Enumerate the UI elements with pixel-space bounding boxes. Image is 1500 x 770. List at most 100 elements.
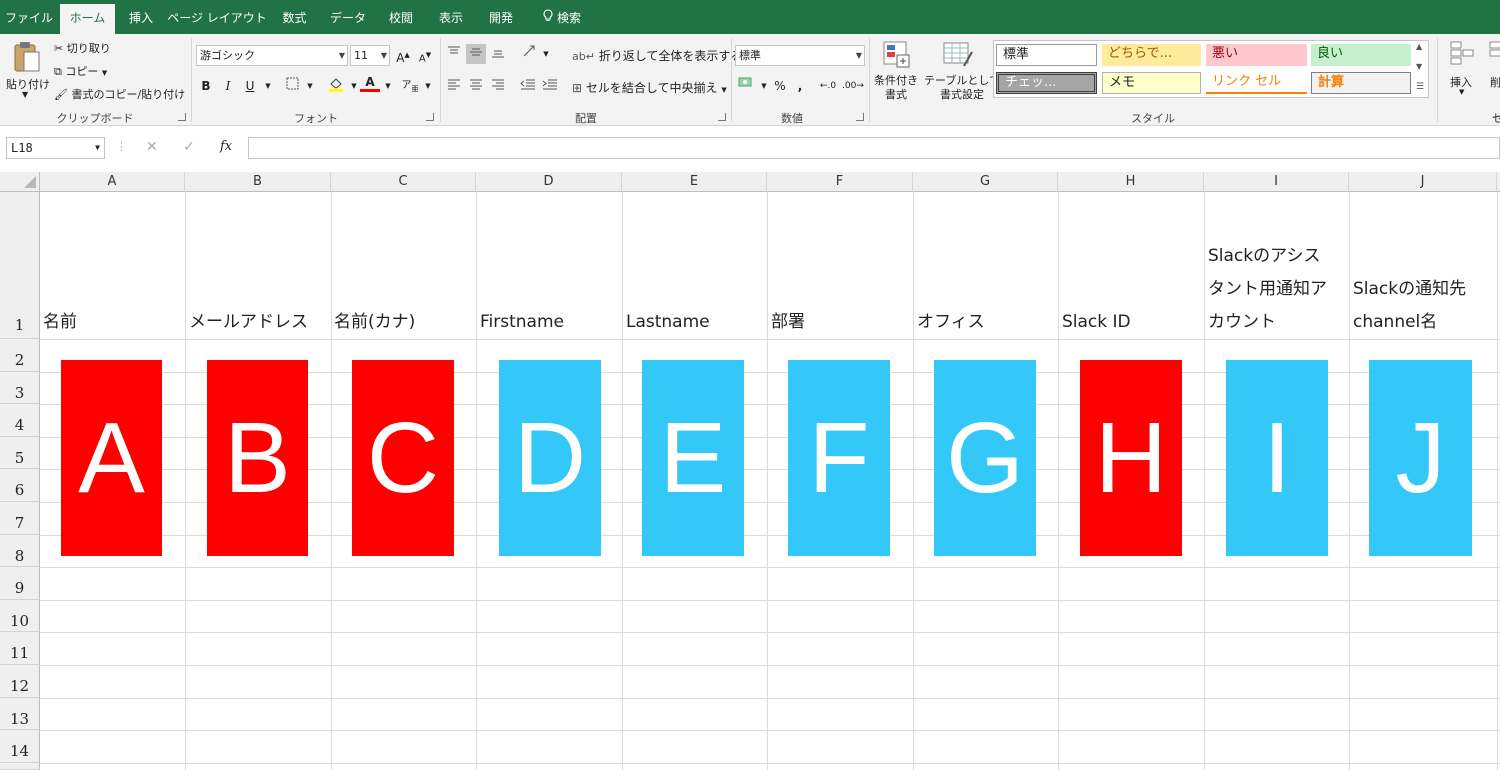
insert-dropdown-icon[interactable]: ▼	[1459, 88, 1464, 96]
row-header-11[interactable]: 11	[0, 632, 40, 665]
align-left-icon[interactable]	[444, 76, 464, 96]
underline-button[interactable]: U	[240, 76, 260, 96]
row-header-2[interactable]: 2	[0, 339, 40, 372]
shape-block-J[interactable]: J	[1369, 360, 1472, 556]
cell-D1[interactable]: Firstname	[480, 306, 564, 338]
shape-block-H[interactable]: H	[1080, 360, 1182, 556]
percent-button[interactable]: %	[770, 76, 790, 96]
paste-icon[interactable]	[10, 40, 44, 74]
column-header-D[interactable]: D	[476, 172, 622, 192]
font-size-select[interactable]: 11 ▼	[350, 45, 390, 66]
conditional-format-icon[interactable]	[880, 40, 914, 72]
cell-I1-line3[interactable]: カウント	[1208, 306, 1276, 338]
gallery-up-icon[interactable]: ▲	[1416, 42, 1422, 51]
shape-block-E[interactable]: E	[642, 360, 744, 556]
shape-block-A[interactable]: A	[61, 360, 162, 556]
phonetic-dropdown-icon[interactable]: ▼	[418, 76, 438, 96]
increase-indent-icon[interactable]	[540, 76, 560, 96]
name-box[interactable]: L18 ▼	[6, 137, 105, 159]
align-bottom-icon[interactable]	[488, 44, 508, 64]
increase-decimal-icon[interactable]: ←.0	[818, 76, 838, 96]
orientation-dropdown-icon[interactable]: ▼	[536, 44, 556, 64]
tab-page-layout[interactable]: ページ レイアウト	[167, 0, 267, 34]
align-top-icon[interactable]	[444, 44, 464, 64]
cell-H1[interactable]: Slack ID	[1062, 306, 1131, 338]
decrease-indent-icon[interactable]	[518, 76, 538, 96]
border-dropdown-icon[interactable]: ▼	[300, 76, 320, 96]
shape-block-D[interactable]: D	[499, 360, 601, 556]
row-header-10[interactable]: 10	[0, 600, 40, 632]
column-header-A[interactable]: A	[40, 172, 185, 192]
column-header-C[interactable]: C	[331, 172, 476, 192]
format-painter-button[interactable]: 🖌 書式のコピー/貼り付け	[54, 86, 185, 102]
tab-search[interactable]: 検索	[532, 0, 592, 34]
row-header-4[interactable]: 4	[0, 404, 40, 437]
style-note[interactable]: メモ	[1102, 72, 1201, 94]
row-header-12[interactable]: 12	[0, 665, 40, 698]
shape-block-C[interactable]: C	[352, 360, 454, 556]
row-header-13[interactable]: 13	[0, 698, 40, 730]
insert-function-icon[interactable]: fx	[220, 139, 232, 154]
row-header-14[interactable]: 14	[0, 730, 40, 763]
border-icon[interactable]	[282, 76, 302, 96]
cut-button[interactable]: ✂ 切り取り	[54, 40, 111, 56]
tab-home[interactable]: ホーム	[60, 4, 115, 34]
align-right-icon[interactable]	[488, 76, 508, 96]
align-middle-icon[interactable]	[466, 44, 486, 64]
row-header-15[interactable]	[0, 763, 40, 770]
style-calculation[interactable]: 計算	[1311, 72, 1411, 94]
style-neutral[interactable]: どちらで...	[1102, 44, 1201, 66]
cell-B1[interactable]: メールアドレス	[189, 306, 308, 338]
tab-developer[interactable]: 開発	[478, 0, 524, 34]
grow-font-icon[interactable]: A▲	[393, 45, 413, 65]
comma-button[interactable]: ,	[790, 76, 810, 96]
style-normal[interactable]: 標準	[996, 44, 1097, 66]
style-good[interactable]: 良い	[1311, 44, 1411, 66]
number-launcher-icon[interactable]	[856, 113, 864, 121]
cell-J1-line2[interactable]: channel名	[1353, 306, 1437, 338]
row-header-1[interactable]: 1	[0, 192, 40, 339]
font-color-dropdown-icon[interactable]: ▼	[378, 76, 398, 96]
number-format-select[interactable]: 標準 ▼	[735, 45, 865, 66]
select-all-button[interactable]	[0, 172, 40, 192]
clipboard-launcher-icon[interactable]	[178, 113, 186, 121]
tab-file[interactable]: ファイル	[0, 0, 58, 34]
style-check-cell[interactable]: チェッ...	[996, 72, 1097, 94]
style-linked-cell[interactable]: リンク セル	[1206, 72, 1307, 94]
fill-color-icon[interactable]	[326, 76, 346, 96]
column-header-F[interactable]: F	[767, 172, 913, 192]
row-header-3[interactable]: 3	[0, 372, 40, 404]
tab-view[interactable]: 表示	[428, 0, 474, 34]
column-header-B[interactable]: B	[185, 172, 331, 192]
column-header-E[interactable]: E	[622, 172, 767, 192]
tab-insert[interactable]: 挿入	[117, 0, 165, 34]
cancel-icon[interactable]: ✕	[146, 139, 158, 155]
bold-button[interactable]: B	[196, 76, 216, 96]
row-header-6[interactable]: 6	[0, 469, 40, 502]
style-bad[interactable]: 悪い	[1206, 44, 1307, 66]
shape-block-I[interactable]: I	[1226, 360, 1328, 556]
alignment-launcher-icon[interactable]	[718, 113, 726, 121]
tab-data[interactable]: データ	[322, 0, 374, 34]
font-name-select[interactable]: 游ゴシック ▼	[196, 45, 348, 66]
decrease-decimal-icon[interactable]: .00→	[842, 76, 864, 96]
cell-G1[interactable]: オフィス	[917, 306, 985, 338]
format-as-table-button[interactable]: テーブルとして 書式設定	[924, 74, 1000, 102]
conditional-format-button[interactable]: 条件付き 書式	[874, 74, 918, 102]
underline-dropdown-icon[interactable]: ▼	[258, 76, 278, 96]
row-header-8[interactable]: 8	[0, 535, 40, 567]
cell-C1[interactable]: 名前(カナ)	[334, 306, 415, 338]
accounting-icon[interactable]	[736, 76, 756, 96]
delete-cells-button[interactable]: 削	[1490, 74, 1500, 90]
wrap-text-button[interactable]: ab↵ 折り返して全体を表示する	[572, 47, 742, 64]
copy-button[interactable]: ⧉ コピー ▼	[54, 63, 107, 79]
shape-block-G[interactable]: G	[934, 360, 1036, 556]
phonetic-icon[interactable]: ア亜	[400, 76, 420, 96]
row-header-7[interactable]: 7	[0, 502, 40, 535]
enter-icon[interactable]: ✓	[183, 139, 195, 155]
font-launcher-icon[interactable]	[426, 113, 434, 121]
formula-input[interactable]	[248, 137, 1500, 159]
shrink-font-icon[interactable]: A▼	[415, 45, 435, 65]
cell-I1-line2[interactable]: タント用通知ア	[1208, 273, 1327, 305]
align-center-icon[interactable]	[466, 76, 486, 96]
